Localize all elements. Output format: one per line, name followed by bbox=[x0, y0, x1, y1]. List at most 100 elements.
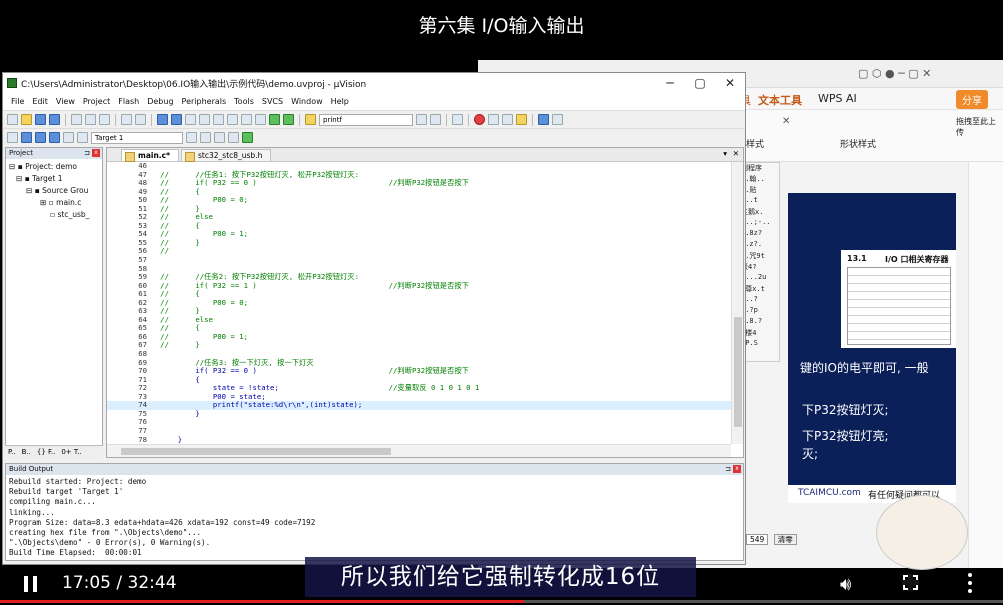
copy-icon[interactable] bbox=[85, 114, 96, 125]
maximize-icon[interactable]: ▢ bbox=[685, 76, 715, 90]
tab-close-icon[interactable]: ✕ bbox=[733, 149, 739, 158]
find-icon[interactable] bbox=[416, 114, 427, 125]
panel-pin-icon[interactable]: ⊐ bbox=[84, 148, 90, 159]
tree-item-project[interactable]: ⊟ ▪ Project: demo bbox=[6, 161, 102, 173]
menu-debug[interactable]: Debug bbox=[143, 97, 177, 106]
code-line[interactable]: 76 bbox=[107, 418, 731, 427]
menu-tools[interactable]: Tools bbox=[230, 97, 258, 106]
tab-project[interactable]: P.. bbox=[8, 448, 16, 456]
bg-clear-button[interactable]: 清零 bbox=[773, 534, 797, 545]
menu-project[interactable]: Project bbox=[79, 97, 114, 106]
comment-icon[interactable] bbox=[269, 114, 280, 125]
bg-ribbon-shape-style[interactable]: 形状样式 bbox=[840, 137, 876, 150]
editor-tab-header[interactable]: stc32_stc8_usb.h bbox=[181, 149, 272, 162]
tab-dropdown-icon[interactable]: ▾ bbox=[723, 149, 727, 158]
close-icon[interactable]: ✕ bbox=[715, 76, 745, 90]
bookmark-next-icon[interactable] bbox=[213, 114, 224, 125]
bookmark-icon[interactable] bbox=[185, 114, 196, 125]
find-in-files-icon[interactable] bbox=[305, 114, 316, 125]
new-file-icon[interactable] bbox=[7, 114, 18, 125]
breakpoint-icon[interactable] bbox=[474, 114, 485, 125]
menu-help[interactable]: Help bbox=[327, 97, 353, 106]
find-combo[interactable]: printf bbox=[319, 113, 413, 126]
code-line[interactable]: 78 } bbox=[107, 435, 731, 445]
code-line[interactable]: 50 // P00 = 0; bbox=[107, 195, 731, 205]
bg-menu-wps-ai[interactable]: WPS AI bbox=[818, 92, 857, 105]
volume-icon[interactable]: 🔊︎ bbox=[840, 574, 851, 595]
breakpoint-disable-icon[interactable] bbox=[488, 114, 499, 125]
bg-share-button[interactable]: 分享 bbox=[956, 90, 988, 109]
bookmark-prev-icon[interactable] bbox=[199, 114, 210, 125]
editor-tab-main-c[interactable]: main.c* bbox=[121, 149, 180, 162]
minimize-icon[interactable]: ─ bbox=[655, 76, 685, 90]
code-line[interactable]: 75 } bbox=[107, 409, 731, 419]
code-line[interactable]: 70 if( P32 == 0 ) //判断P32按钮是否按下 bbox=[107, 366, 731, 376]
tab-templates[interactable]: 0+ T.. bbox=[61, 448, 81, 456]
editor-vertical-scrollbar[interactable] bbox=[731, 162, 743, 444]
video-progress-bar[interactable] bbox=[0, 600, 1003, 603]
bg-ribbon-style[interactable]: 样式 bbox=[746, 137, 764, 150]
select-packs-icon[interactable] bbox=[228, 132, 239, 143]
tree-item-stc-usb[interactable]: ▫ stc_usb_ bbox=[6, 209, 102, 221]
menu-file[interactable]: File bbox=[7, 97, 28, 106]
window-layout-icon[interactable] bbox=[538, 114, 549, 125]
code-line[interactable]: 67 // } bbox=[107, 341, 731, 350]
bookmark-clear-icon[interactable] bbox=[227, 114, 238, 125]
tab-books[interactable]: B.. bbox=[22, 448, 31, 456]
translate-icon[interactable] bbox=[7, 132, 18, 143]
build-output-log[interactable]: Rebuild started: Project: demo Rebuild ta… bbox=[6, 475, 743, 561]
stop-build-icon[interactable] bbox=[63, 132, 74, 143]
manage-components-icon[interactable] bbox=[214, 132, 225, 143]
debug-start-icon[interactable] bbox=[452, 114, 463, 125]
panel-close-icon[interactable]: x bbox=[92, 149, 100, 157]
rebuild-icon[interactable] bbox=[35, 132, 46, 143]
breakpoint-kill-icon[interactable] bbox=[502, 114, 513, 125]
code-line[interactable]: 77 bbox=[107, 426, 731, 436]
target-options-icon[interactable] bbox=[186, 132, 197, 143]
target-select[interactable]: Target 1 bbox=[91, 131, 183, 144]
file-extensions-icon[interactable] bbox=[200, 132, 211, 143]
menu-peripherals[interactable]: Peripherals bbox=[178, 97, 231, 106]
breakpoint-window-icon[interactable] bbox=[516, 114, 527, 125]
configure-icon[interactable] bbox=[552, 114, 563, 125]
scroll-thumb[interactable] bbox=[121, 448, 391, 455]
editor-horizontal-scrollbar[interactable] bbox=[107, 444, 731, 457]
redo-icon[interactable] bbox=[135, 114, 146, 125]
cut-icon[interactable] bbox=[71, 114, 82, 125]
nav-back-icon[interactable] bbox=[157, 114, 168, 125]
pause-icon[interactable] bbox=[24, 576, 38, 592]
open-file-icon[interactable] bbox=[21, 114, 32, 125]
code-line[interactable]: 56 // bbox=[107, 247, 731, 256]
tree-item-main-c[interactable]: ⊞ ▫ main.c bbox=[6, 197, 102, 209]
indent-icon[interactable] bbox=[241, 114, 252, 125]
code-line[interactable]: 52 // else bbox=[107, 213, 731, 222]
tree-item-target[interactable]: ⊟ ▪ Target 1 bbox=[6, 173, 102, 185]
tab-functions[interactable]: {} F.. bbox=[37, 448, 55, 456]
scroll-thumb[interactable] bbox=[734, 317, 742, 427]
code-area[interactable]: 46 47 // //任务1: 按下P32按钮灯灭, 松开P32按钮灯灭: 48 … bbox=[107, 162, 731, 444]
menu-svcs[interactable]: SVCS bbox=[258, 97, 287, 106]
code-line[interactable]: 74 printf("state:%d\r\n",(int)state); bbox=[107, 401, 731, 410]
save-icon[interactable] bbox=[35, 114, 46, 125]
unindent-icon[interactable] bbox=[255, 114, 266, 125]
code-line[interactable]: 54 // P00 = 1; bbox=[107, 230, 731, 239]
code-line[interactable]: 66 // P00 = 1; bbox=[107, 332, 731, 342]
code-line[interactable]: 62 // P00 = 0; bbox=[107, 298, 731, 308]
code-line[interactable]: 57 bbox=[107, 255, 731, 265]
build-icon[interactable] bbox=[21, 132, 32, 143]
tree-item-source-group[interactable]: ⊟ ▪ Source Grou bbox=[6, 185, 102, 197]
bg-drag-upload-label[interactable]: 拖拽至此上传 bbox=[956, 116, 1003, 138]
menu-window[interactable]: Window bbox=[287, 97, 327, 106]
code-line[interactable]: 55 // } bbox=[107, 238, 731, 248]
menu-view[interactable]: View bbox=[52, 97, 79, 106]
code-line[interactable]: 48 // if( P32 == 0 ) //判断P32按钮是否按下 bbox=[107, 178, 731, 188]
more-options-icon[interactable] bbox=[968, 573, 972, 593]
incremental-find-icon[interactable] bbox=[430, 114, 441, 125]
panel-close-icon[interactable]: x bbox=[733, 465, 741, 473]
uncomment-icon[interactable] bbox=[283, 114, 294, 125]
bg-close-icon[interactable]: ✕ bbox=[782, 116, 790, 127]
download-icon[interactable] bbox=[77, 132, 88, 143]
pack-installer-icon[interactable] bbox=[242, 132, 253, 143]
code-line[interactable]: 60 // if( P32 == 1 ) //判断P32按钮是否按下 bbox=[107, 281, 731, 291]
undo-icon[interactable] bbox=[121, 114, 132, 125]
